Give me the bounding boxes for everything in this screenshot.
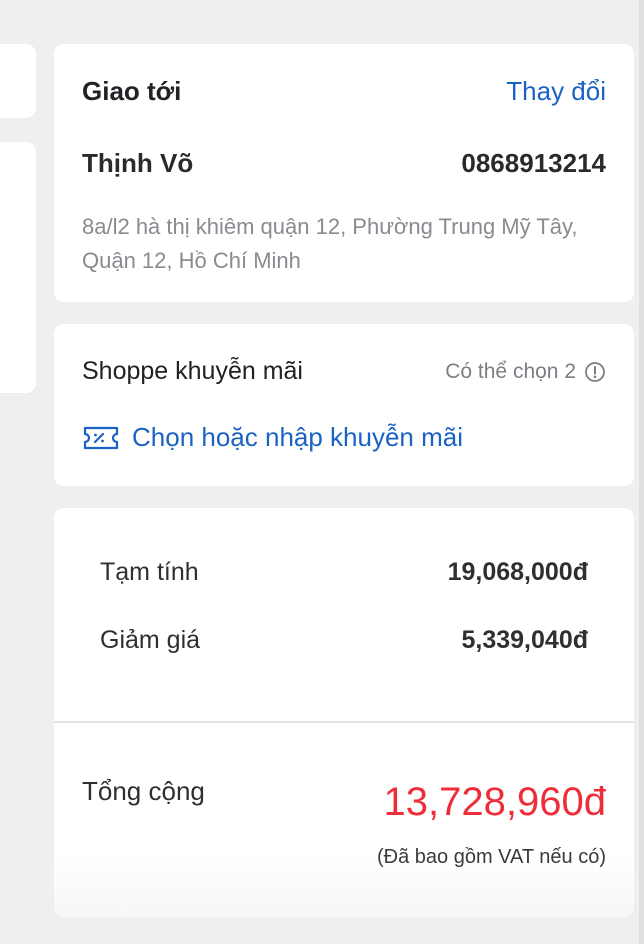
change-address-link[interactable]: Thay đổi (506, 76, 606, 107)
vat-note: (Đã bao gồm VAT nếu có) (376, 846, 606, 868)
total-label: Tổng cộng (82, 776, 205, 806)
left-panel-card-top (0, 44, 36, 118)
recipient-phone: 0868913214 (461, 148, 606, 178)
shipping-contact: Thịnh Võ 0868913214 (82, 148, 606, 179)
total-value: 13,728,960đ (383, 780, 606, 824)
subtotal-value: 19,068,000đ (447, 558, 588, 586)
order-summary-card: Tạm tính 19,068,000đ Giảm giá 5,339,040đ… (54, 508, 634, 917)
shipping-header: Giao tới Thay đổi (82, 76, 606, 107)
checkout-page: Giao tới Thay đổi Thịnh Võ 0868913214 8a… (0, 0, 644, 944)
subtotal-label: Tạm tính (100, 558, 199, 586)
discount-value: 5,339,040đ (461, 626, 589, 654)
info-icon[interactable] (584, 361, 606, 383)
shipping-title: Giao tới (82, 76, 182, 106)
ticket-icon (82, 424, 120, 452)
summary-divider (54, 721, 634, 723)
discount-row: Giảm giá 5,339,040đ (100, 626, 588, 655)
promo-hint-text: Có thể chọn 2 (445, 359, 576, 383)
choose-promo-button[interactable]: Chọn hoặc nhập khuyễn mãi (82, 422, 463, 453)
shipping-address: 8a/l2 hà thị khiêm quận 12, Phường Trung… (82, 214, 578, 273)
page-scrollbar[interactable] (639, 0, 644, 944)
promo-header: Shoppe khuyễn mãi Có thể chọn 2 (82, 357, 606, 386)
shipping-card: Giao tới Thay đổi Thịnh Võ 0868913214 8a… (54, 44, 634, 302)
promo-hint: Có thể chọn 2 (445, 360, 606, 384)
choose-promo-label[interactable]: Chọn hoặc nhập khuyễn mãi (132, 422, 463, 453)
promo-title: Shoppe khuyễn mãi (82, 357, 303, 385)
discount-label: Giảm giá (100, 626, 201, 654)
promo-card: Shoppe khuyễn mãi Có thể chọn 2 Chọn hoặ… (54, 324, 634, 486)
subtotal-row: Tạm tính 19,068,000đ (100, 558, 588, 587)
recipient-name: Thịnh Võ (82, 148, 194, 178)
left-panel-card-bottom (0, 142, 36, 393)
